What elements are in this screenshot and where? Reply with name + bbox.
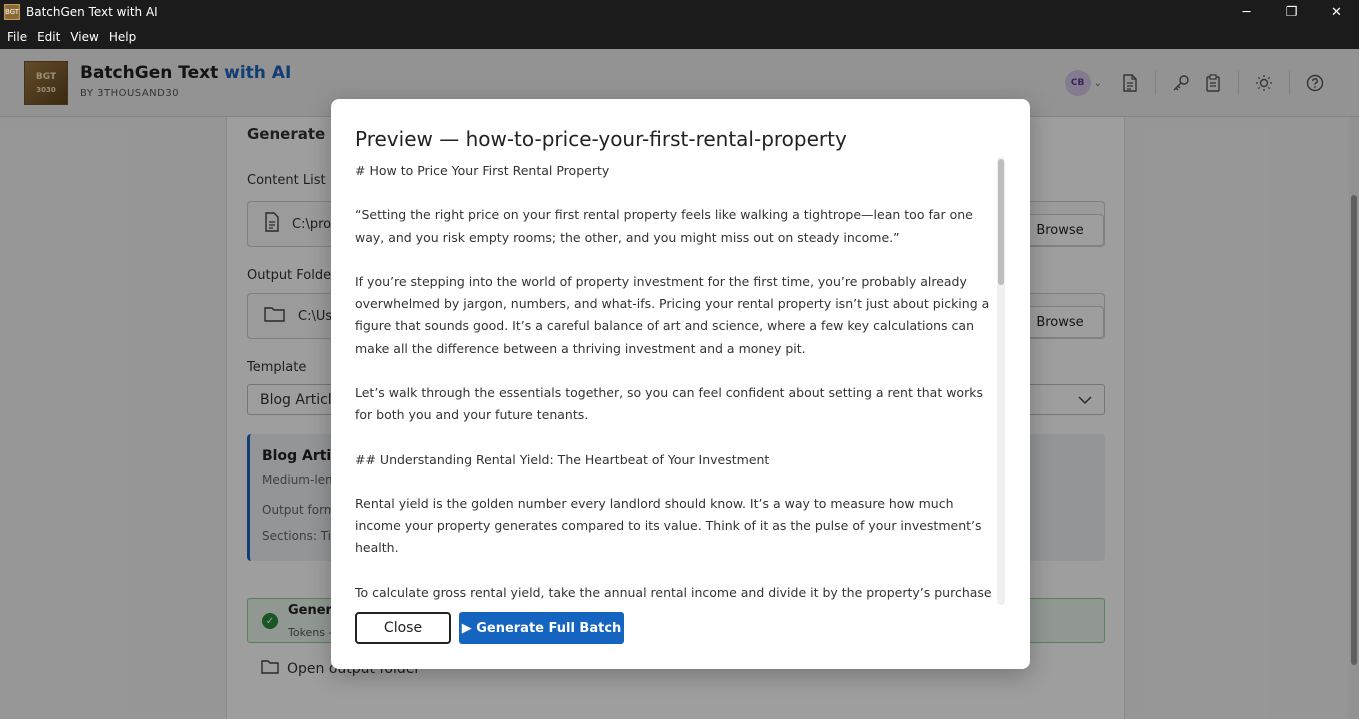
preview-scrollbar-thumb[interactable] xyxy=(998,159,1004,285)
preview-paragraph: ## Understanding Rental Yield: The Heart… xyxy=(355,451,770,467)
preview-scrollbar[interactable] xyxy=(997,157,1005,605)
dialog-title: Preview — how-to-price-your-first-rental… xyxy=(355,127,847,151)
preview-paragraph: Let’s walk through the essentials togeth… xyxy=(355,384,983,423)
menu-view[interactable]: View xyxy=(65,30,103,44)
menu-bar: File Edit View Help xyxy=(0,24,1359,49)
preview-text: # How to Price Your First Rental Propert… xyxy=(355,160,995,606)
preview-paragraph: Rental yield is the golden number every … xyxy=(355,495,982,556)
close-button[interactable]: Close xyxy=(355,612,451,644)
close-window-button[interactable]: ✕ xyxy=(1314,0,1359,24)
menu-help[interactable]: Help xyxy=(104,30,141,44)
minimize-button[interactable]: ─ xyxy=(1224,0,1269,24)
menu-edit[interactable]: Edit xyxy=(32,30,65,44)
app-icon: BGT xyxy=(4,4,20,20)
menu-file[interactable]: File xyxy=(2,30,32,44)
preview-paragraph: To calculate gross rental yield, take th… xyxy=(355,584,992,600)
title-bar: BGT BatchGen Text with AI ─ ❐ ✕ xyxy=(0,0,1359,24)
generate-full-batch-button[interactable]: ▶ Generate Full Batch xyxy=(459,612,624,644)
maximize-button[interactable]: ❐ xyxy=(1269,0,1314,24)
preview-paragraph: “Setting the right price on your first r… xyxy=(355,207,973,245)
preview-paragraph: # How to Price Your First Rental Propert… xyxy=(355,163,610,178)
preview-dialog: Preview — how-to-price-your-first-rental… xyxy=(331,99,1030,669)
preview-paragraph: If you’re stepping into the world of pro… xyxy=(355,273,990,356)
window-title: BatchGen Text with AI xyxy=(26,5,158,19)
